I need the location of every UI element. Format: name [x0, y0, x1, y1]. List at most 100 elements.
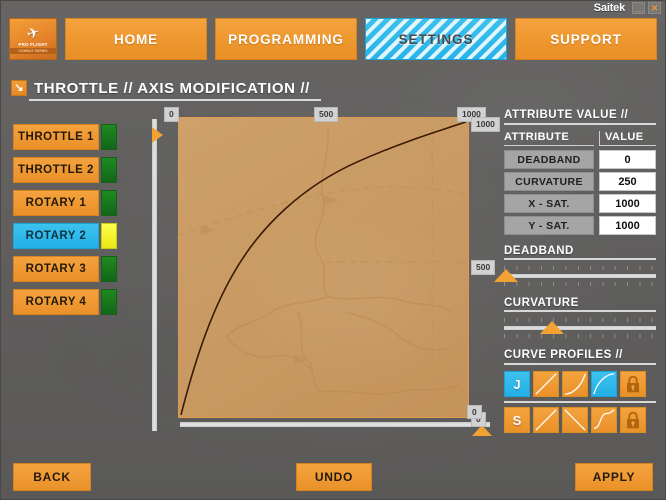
attribute-panel: ATTRIBUTE VALUE // ATTRIBUTE VALUE DEADB… [494, 109, 656, 437]
curve-profiles-row-1: J [504, 371, 656, 397]
sidebar-item-label: ROTARY 4 [13, 289, 99, 315]
status-led [101, 289, 117, 315]
sidebar-item-throttle-1[interactable]: THROTTLE 1 [13, 124, 117, 150]
profile-linear-down-button[interactable] [562, 407, 588, 433]
axis-curve-graph: 0 500 1000 1000 500 0 0 [144, 107, 500, 437]
value-field-x-sat[interactable]: 1000 [599, 194, 656, 213]
page-title-text: THROTTLE // AXIS MODIFICATION // [34, 79, 310, 97]
profile-convex-button[interactable] [591, 371, 617, 397]
profile-linear-up-button[interactable] [533, 407, 559, 433]
arrow-down-right-icon: ↘ [11, 80, 27, 96]
sidebar-item-label: THROTTLE 1 [13, 124, 99, 150]
lock-icon [627, 375, 639, 393]
deadband-slider-track[interactable] [494, 265, 656, 287]
axis-label-y-mid: 500 [471, 260, 496, 275]
page-title: ↘ THROTTLE // AXIS MODIFICATION // [11, 75, 321, 101]
back-button[interactable]: BACK [13, 463, 91, 491]
profile-lock-row1-button[interactable] [620, 371, 646, 397]
profile-s-button[interactable]: S [504, 407, 530, 433]
sidebar-item-label: ROTARY 2 [13, 223, 99, 249]
lock-icon [627, 411, 639, 429]
convex-curve-icon [593, 373, 615, 395]
tab-support[interactable]: SUPPORT [515, 18, 657, 60]
deadband-slider-block: DEADBAND [494, 245, 656, 287]
brand-label: Saitek [593, 1, 625, 14]
sidebar-item-label: ROTARY 3 [13, 256, 99, 282]
sidebar-item-label: ROTARY 1 [13, 190, 99, 216]
axis-list: THROTTLE 1 THROTTLE 2 ROTARY 1 ROTARY 2 … [13, 124, 117, 322]
attribute-panel-title: ATTRIBUTE VALUE // [504, 109, 656, 125]
footer-bar: BACK UNDO APPLY [1, 463, 665, 491]
axis-label-x-min: 0 [164, 107, 179, 122]
plot-map-texture [179, 121, 468, 417]
curvature-slider-block: CURVATURE [504, 297, 656, 339]
linear-curve-icon [535, 373, 557, 395]
slider-ticks [504, 334, 656, 338]
status-led [101, 157, 117, 183]
linear-down-curve-icon [564, 409, 586, 431]
logo-line-1: PRO FLIGHT [18, 42, 48, 47]
attribute-label-y-sat: Y - SAT. [504, 216, 594, 235]
concave-curve-icon [564, 373, 586, 395]
tab-settings[interactable]: SETTINGS [365, 18, 507, 60]
profile-linear-button[interactable] [533, 371, 559, 397]
sidebar-item-rotary-3[interactable]: ROTARY 3 [13, 256, 117, 282]
curvature-slider-track[interactable] [504, 317, 656, 339]
tab-home[interactable]: HOME [65, 18, 207, 60]
table-row: Y - SAT. 1000 [504, 216, 656, 235]
sidebar-item-throttle-2[interactable]: THROTTLE 2 [13, 157, 117, 183]
title-bar: Saitek _ ✕ [1, 1, 665, 15]
profile-j-label: J [513, 376, 521, 392]
profile-concave-up-button[interactable] [562, 371, 588, 397]
value-field-y-sat[interactable]: 1000 [599, 216, 656, 235]
application-window: Saitek _ ✕ ✈ PRO FLIGHT COMBAT SERIES HO… [0, 0, 666, 500]
profiles-divider [504, 401, 656, 403]
sidebar-item-rotary-4[interactable]: ROTARY 4 [13, 289, 117, 315]
status-led [101, 124, 117, 150]
table-row: CURVATURE 250 [504, 172, 656, 191]
x-saturation-slider[interactable] [180, 422, 492, 436]
axis-label-y-max: 1000 [471, 117, 500, 132]
y-saturation-slider[interactable] [152, 119, 163, 431]
title-divider [29, 99, 321, 101]
curvature-slider-handle[interactable] [540, 321, 564, 334]
value-field-deadband[interactable]: 0 [599, 150, 656, 169]
jet-icon: ✈ [24, 23, 42, 44]
linear-up-curve-icon [535, 409, 557, 431]
column-header-value: VALUE [599, 131, 656, 146]
status-led [101, 190, 117, 216]
curve-plot-area[interactable] [178, 117, 469, 418]
attribute-label-x-sat: X - SAT. [504, 194, 594, 213]
profile-lock-row2-button[interactable] [620, 407, 646, 433]
value-field-curvature[interactable]: 250 [599, 172, 656, 191]
main-navigation: ✈ PRO FLIGHT COMBAT SERIES HOME PROGRAMM… [9, 18, 657, 60]
x-saturation-handle[interactable] [472, 425, 492, 436]
deadband-slider-handle[interactable] [494, 269, 518, 282]
table-row: X - SAT. 1000 [504, 194, 656, 213]
minimize-button[interactable]: _ [632, 2, 645, 14]
table-row: DEADBAND 0 [504, 150, 656, 169]
close-button[interactable]: ✕ [648, 2, 661, 14]
attribute-label-curvature: CURVATURE [504, 172, 594, 191]
pro-flight-logo: ✈ PRO FLIGHT COMBAT SERIES [9, 18, 57, 60]
axis-label-x-mid: 500 [314, 107, 339, 122]
curve-profiles-title: CURVE PROFILES // [504, 349, 656, 365]
attribute-table-header: ATTRIBUTE VALUE [504, 131, 656, 146]
logo-line-2: COMBAT SERIES [10, 48, 56, 54]
column-header-attribute: ATTRIBUTE [504, 131, 594, 146]
y-saturation-handle[interactable] [152, 127, 163, 143]
profile-j-button[interactable]: J [504, 371, 530, 397]
tab-programming[interactable]: PROGRAMMING [215, 18, 357, 60]
profile-s-curve-button[interactable] [591, 407, 617, 433]
sidebar-item-label: THROTTLE 2 [13, 157, 99, 183]
curvature-slider-label: CURVATURE [504, 297, 656, 312]
horizontal-slider-value: 0 [467, 404, 482, 419]
curve-profiles-section: CURVE PROFILES // J S [504, 349, 656, 433]
deadband-slider-label: DEADBAND [504, 245, 656, 260]
undo-button[interactable]: UNDO [296, 463, 372, 491]
slider-ticks [504, 282, 656, 286]
sidebar-item-rotary-1[interactable]: ROTARY 1 [13, 190, 117, 216]
apply-button[interactable]: APPLY [575, 463, 653, 491]
sidebar-item-rotary-2[interactable]: ROTARY 2 [13, 223, 117, 249]
status-led [101, 256, 117, 282]
